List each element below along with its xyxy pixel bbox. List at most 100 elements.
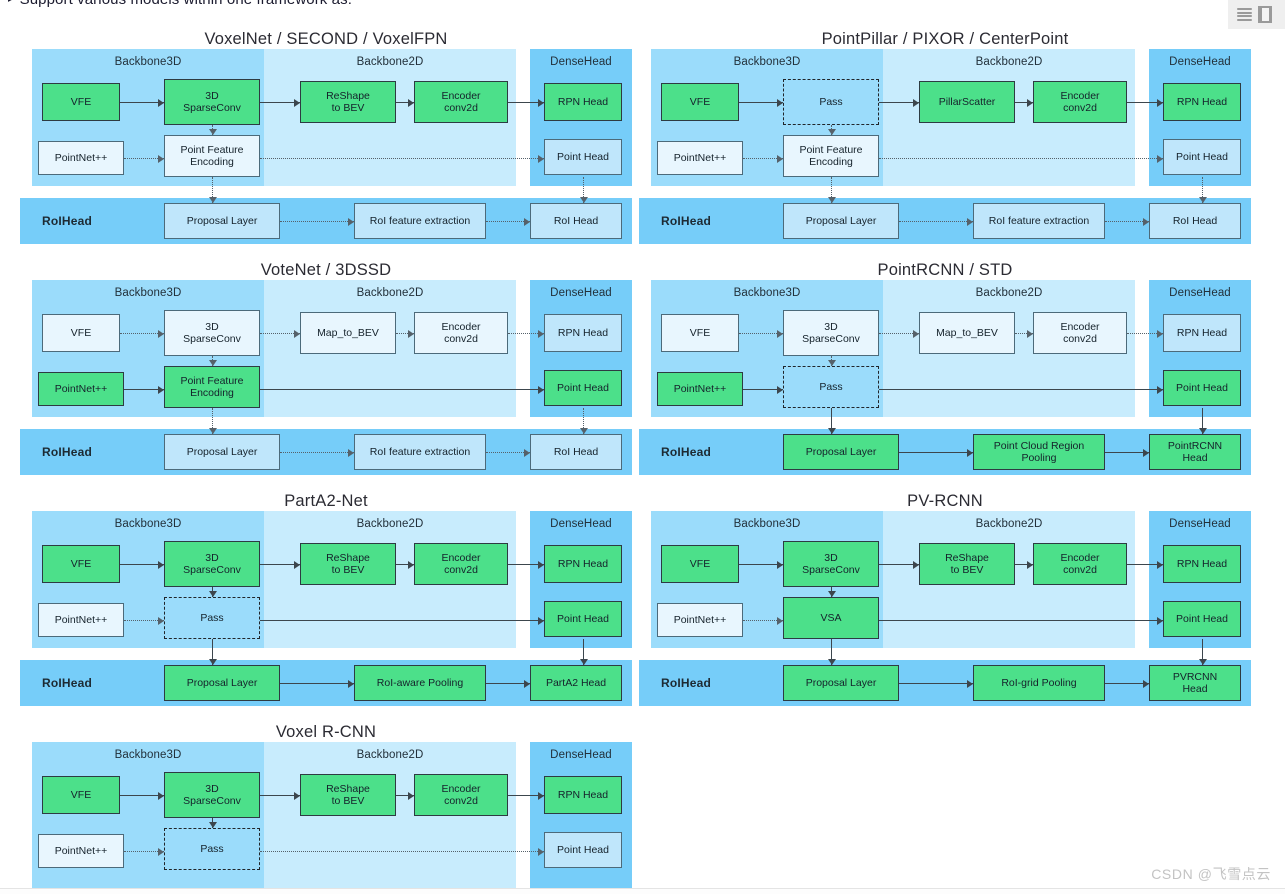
arrowhead-right: [524, 680, 530, 688]
pane-densehead-label: DenseHead: [1169, 287, 1231, 299]
side-panel-icon[interactable]: [1258, 6, 1272, 23]
arrowhead-right: [294, 792, 300, 800]
node-rpn: RPN Head: [544, 776, 622, 814]
node-bev: PillarScatter: [919, 81, 1015, 123]
diagram-votenet: VoteNet / 3DSSD Backbone3D Backbone2D Dense…: [20, 260, 632, 475]
arrowhead-down: [1198, 428, 1207, 434]
pane-densehead: DenseHead: [530, 742, 632, 894]
node-pointhead: Point Head: [544, 601, 622, 637]
node-pointnet: PointNet++: [657, 603, 743, 637]
node-encoder: Encoder conv2d: [414, 774, 508, 816]
node-sparseconv: 3D SparseConv: [164, 772, 260, 818]
node-pointnet: PointNet++: [657, 372, 743, 406]
node-bev: ReShape to BEV: [919, 543, 1015, 585]
arrowhead-right: [158, 330, 164, 338]
arrowhead-right: [1143, 218, 1149, 226]
node-roifeat: RoI-grid Pooling: [973, 665, 1105, 701]
connector-horizontal: [260, 158, 544, 159]
node-encoder: Encoder conv2d: [1033, 81, 1127, 123]
arrowhead-right: [1157, 155, 1163, 163]
arrowhead-right: [777, 617, 783, 625]
connector-horizontal: [879, 158, 1163, 159]
arrowhead-right: [777, 155, 783, 163]
node-rpn: RPN Head: [544, 314, 622, 352]
pane-densehead-label: DenseHead: [550, 56, 612, 68]
node-roifeat: RoI-aware Pooling: [354, 665, 486, 701]
node-pointnet: PointNet++: [38, 141, 124, 175]
node-roihead: PartA2 Head: [530, 665, 622, 701]
node-roihead: RoI Head: [530, 203, 622, 239]
arrowhead-right: [538, 386, 544, 394]
node-vfe: VFE: [42, 83, 120, 121]
row-bridge: [20, 408, 632, 434]
node-pointhead: Point Head: [544, 370, 622, 406]
arrowhead-right: [538, 792, 544, 800]
node-encoder: Encoder conv2d: [414, 543, 508, 585]
screenshot-root: ▸ Support various models within one frame…: [0, 0, 1285, 894]
arrowhead-right: [408, 561, 414, 569]
arrowhead-right: [158, 561, 164, 569]
arrowhead-down: [208, 360, 217, 366]
diagram-voxelnet: VoxelNet / SECOND / VoxelFPN Backbone3D Ba…: [20, 29, 632, 244]
pane-backbone2d: Backbone2D: [264, 742, 516, 894]
node-sparseconv: 3D SparseConv: [783, 310, 879, 356]
pane-backbone2d-label: Backbone2D: [975, 518, 1043, 530]
node-pfe: Pass: [164, 597, 260, 639]
node-sparseconv: 3D SparseConv: [164, 79, 260, 125]
arrowhead-right: [158, 617, 164, 625]
arrowhead-down: [827, 428, 836, 434]
arrowhead-right: [538, 155, 544, 163]
arrowhead-right: [538, 561, 544, 569]
node-pointhead: Point Head: [544, 832, 622, 868]
node-vfe: VFE: [661, 314, 739, 352]
pane-backbone2d-label: Backbone2D: [356, 287, 424, 299]
arrowhead-down: [579, 428, 588, 434]
diagram-parta2: PartA2-Net Backbone3D Backbone2D DenseHead V…: [20, 491, 632, 706]
diagram-title: PartA2-Net: [284, 492, 368, 510]
node-roihead: PointRCNN Head: [1149, 434, 1241, 470]
stage-row: Backbone3D Backbone2D DenseHead VFE 3D Spars…: [20, 742, 632, 894]
arrowhead-right: [408, 330, 414, 338]
node-bev: Map_to_BEV: [919, 312, 1015, 354]
arrowhead-right: [967, 218, 973, 226]
pane-densehead-label: DenseHead: [550, 749, 612, 761]
arrowhead-right: [294, 561, 300, 569]
roi-row: RoIHead Proposal Layer RoI-aware Pooling Pa…: [20, 660, 632, 706]
connector-horizontal: [260, 851, 544, 852]
arrowhead-right: [777, 330, 783, 338]
roihead-label: RoIHead: [42, 676, 93, 690]
roi-row: RoIHead Proposal Layer RoI feature extract…: [20, 429, 632, 475]
arrowhead-right: [538, 330, 544, 338]
roi-row: RoIHead Proposal Layer Point Cloud Region …: [639, 429, 1251, 475]
node-pointhead: Point Head: [1163, 601, 1241, 637]
diagram-title: VoteNet / 3DSSD: [260, 261, 392, 279]
node-pfe: Point Feature Encoding: [164, 135, 260, 177]
node-proposal: Proposal Layer: [783, 434, 899, 470]
arrowhead-right: [967, 449, 973, 457]
pane-backbone3d-label: Backbone3D: [114, 56, 182, 68]
pane-backbone2d-label: Backbone2D: [975, 56, 1043, 68]
node-roihead: RoI Head: [1149, 203, 1241, 239]
node-roifeat: RoI feature extraction: [354, 203, 486, 239]
arrowhead-right: [348, 218, 354, 226]
arrowhead-right: [348, 449, 354, 457]
node-pfe: VSA: [783, 597, 879, 639]
stage-row: Backbone3D Backbone2D DenseHead VFE 3D Spars…: [20, 49, 632, 186]
roihead-label: RoIHead: [661, 445, 712, 459]
arrowhead-right: [408, 792, 414, 800]
stage-row: Backbone3D Backbone2D DenseHead VFE 3D Spars…: [639, 511, 1251, 648]
connector-horizontal: [899, 452, 973, 453]
roihead-label: RoIHead: [661, 214, 712, 228]
roihead-label: RoIHead: [42, 214, 93, 228]
connector-horizontal: [879, 620, 1163, 621]
node-sparseconv: Pass: [783, 79, 879, 125]
node-pfe: Pass: [164, 828, 260, 870]
pane-backbone2d-label: Backbone2D: [975, 287, 1043, 299]
arrowhead-down: [208, 822, 217, 828]
connector-horizontal: [899, 683, 973, 684]
arrowhead-right: [1027, 561, 1033, 569]
node-proposal: Proposal Layer: [164, 434, 280, 470]
bullet-label: Support various models within one framew…: [20, 0, 352, 8]
list-view-icon[interactable]: [1237, 8, 1252, 21]
arrowhead-right: [158, 386, 164, 394]
